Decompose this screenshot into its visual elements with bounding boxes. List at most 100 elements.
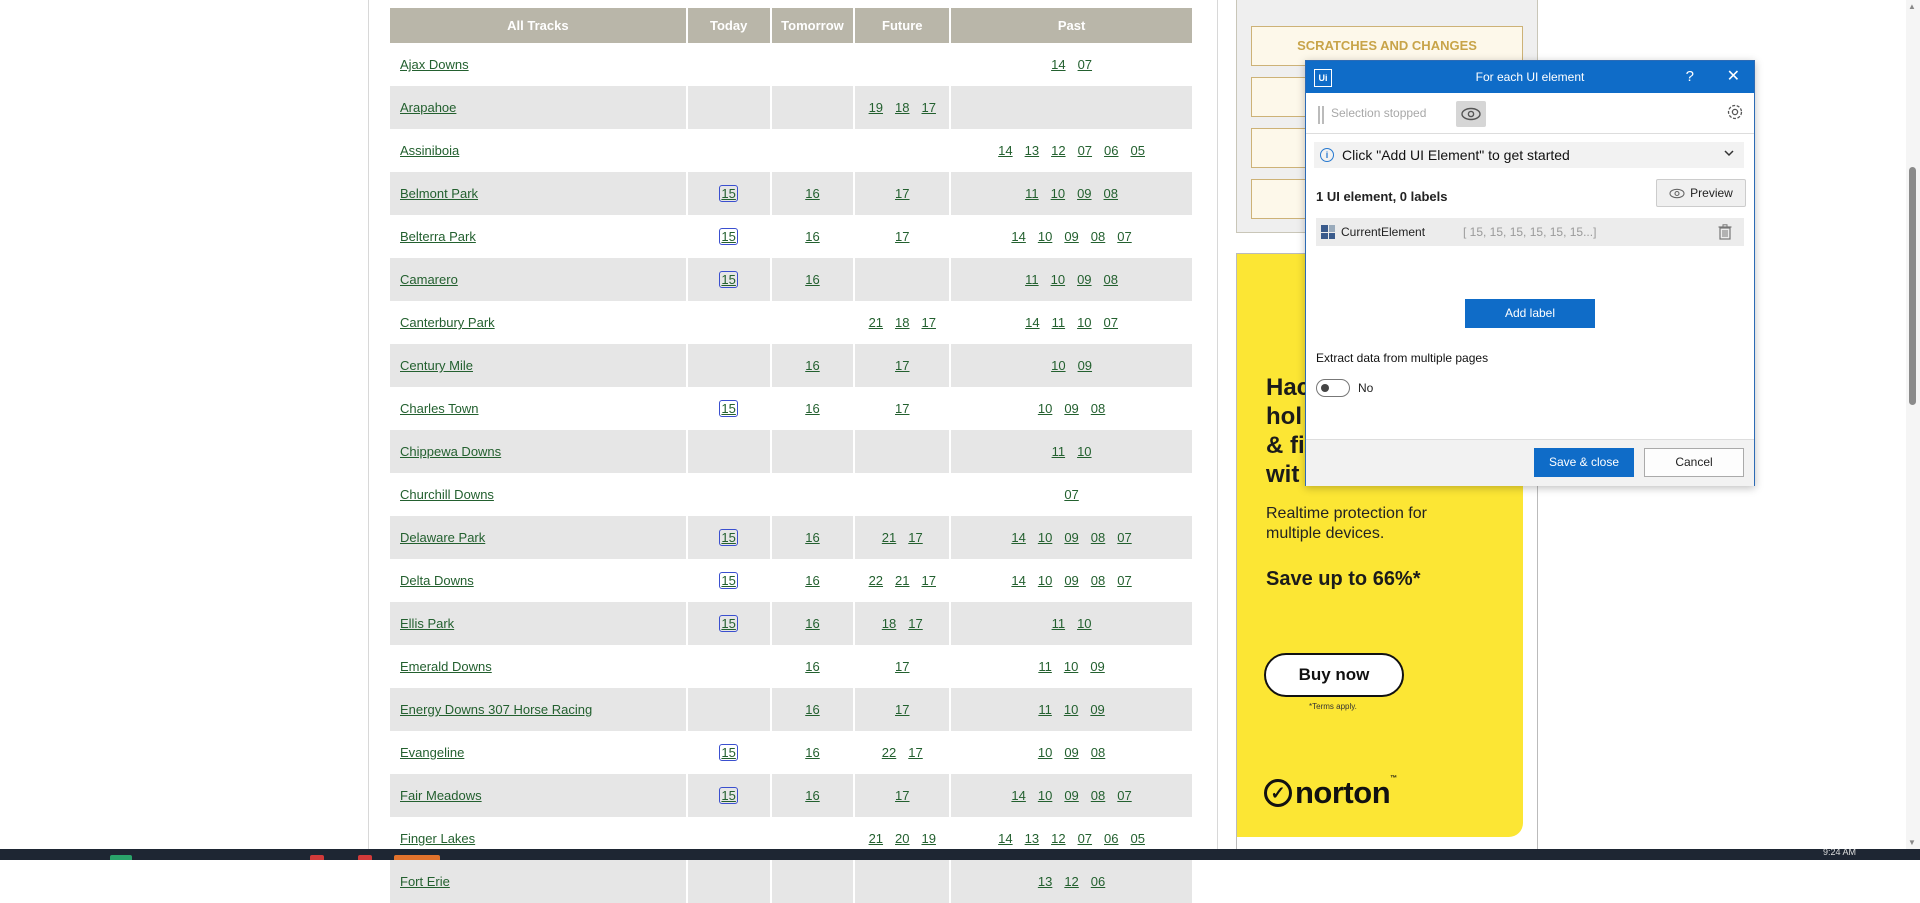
- track-link[interactable]: Churchill Downs: [400, 487, 494, 502]
- past-date-link[interactable]: 09: [1064, 788, 1078, 803]
- today-date-link[interactable]: 15: [719, 271, 738, 288]
- past-date-link[interactable]: 05: [1131, 143, 1145, 158]
- today-date-link[interactable]: 15: [719, 400, 738, 417]
- ui-element-row[interactable]: CurrentElement [ 15, 15, 15, 15, 15, 15.…: [1316, 218, 1744, 246]
- tomorrow-date-link[interactable]: 16: [805, 530, 819, 545]
- track-link[interactable]: Chippewa Downs: [400, 444, 501, 459]
- taskbar-app-icon[interactable]: [310, 855, 324, 860]
- past-date-link[interactable]: 10: [1038, 745, 1052, 760]
- future-date-link[interactable]: 17: [895, 229, 909, 244]
- past-date-link[interactable]: 13: [1025, 143, 1039, 158]
- past-date-link[interactable]: 13: [1025, 831, 1039, 846]
- future-date-link[interactable]: 17: [895, 186, 909, 201]
- past-date-link[interactable]: 13: [1038, 874, 1052, 889]
- past-date-link[interactable]: 07: [1078, 143, 1092, 158]
- past-date-link[interactable]: 07: [1117, 573, 1131, 588]
- track-link[interactable]: Delta Downs: [400, 573, 474, 588]
- past-date-link[interactable]: 14: [1011, 573, 1025, 588]
- taskbar-app-icon[interactable]: [394, 855, 440, 860]
- past-date-link[interactable]: 10: [1064, 659, 1078, 674]
- future-date-link[interactable]: 17: [895, 659, 909, 674]
- add-label-button[interactable]: Add label: [1465, 299, 1595, 328]
- future-date-link[interactable]: 17: [922, 100, 936, 115]
- past-date-link[interactable]: 06: [1104, 143, 1118, 158]
- future-date-link[interactable]: 19: [922, 831, 936, 846]
- past-date-link[interactable]: 12: [1064, 874, 1078, 889]
- past-date-link[interactable]: 14: [1011, 788, 1025, 803]
- past-date-link[interactable]: 11: [1038, 702, 1052, 717]
- tomorrow-date-link[interactable]: 16: [805, 401, 819, 416]
- past-date-link[interactable]: 08: [1091, 401, 1105, 416]
- past-date-link[interactable]: 14: [998, 143, 1012, 158]
- future-date-link[interactable]: 18: [895, 100, 909, 115]
- future-date-link[interactable]: 21: [895, 573, 909, 588]
- future-date-link[interactable]: 18: [882, 616, 896, 631]
- past-date-link[interactable]: 10: [1077, 315, 1091, 330]
- tomorrow-date-link[interactable]: 16: [805, 659, 819, 674]
- scroll-down-arrow-icon[interactable]: ▼: [1908, 838, 1916, 847]
- track-link[interactable]: Camarero: [400, 272, 458, 287]
- buy-now-button[interactable]: Buy now: [1264, 653, 1404, 697]
- past-date-link[interactable]: 10: [1038, 229, 1052, 244]
- past-date-link[interactable]: 07: [1117, 788, 1131, 803]
- track-link[interactable]: Fair Meadows: [400, 788, 482, 803]
- past-date-link[interactable]: 08: [1091, 229, 1105, 244]
- track-link[interactable]: Belmont Park: [400, 186, 478, 201]
- track-link[interactable]: Finger Lakes: [400, 831, 475, 846]
- future-date-link[interactable]: 22: [869, 573, 883, 588]
- track-link[interactable]: Belterra Park: [400, 229, 476, 244]
- past-date-link[interactable]: 11: [1052, 616, 1066, 631]
- future-date-link[interactable]: 20: [895, 831, 909, 846]
- past-date-link[interactable]: 14: [998, 831, 1012, 846]
- past-date-link[interactable]: 09: [1064, 530, 1078, 545]
- tomorrow-date-link[interactable]: 16: [805, 358, 819, 373]
- tomorrow-date-link[interactable]: 16: [805, 272, 819, 287]
- past-date-link[interactable]: 08: [1091, 745, 1105, 760]
- past-date-link[interactable]: 06: [1091, 874, 1105, 889]
- info-banner[interactable]: i Click "Add UI Element" to get started: [1314, 142, 1744, 168]
- past-date-link[interactable]: 07: [1064, 487, 1078, 502]
- past-date-link[interactable]: 05: [1131, 831, 1145, 846]
- track-link[interactable]: Ellis Park: [400, 616, 454, 631]
- past-date-link[interactable]: 08: [1104, 186, 1118, 201]
- today-date-link[interactable]: 15: [719, 529, 738, 546]
- chevron-down-icon[interactable]: [1724, 148, 1734, 158]
- today-date-link[interactable]: 15: [719, 228, 738, 245]
- extract-multiple-pages-toggle[interactable]: [1316, 379, 1350, 397]
- trash-icon[interactable]: [1718, 224, 1732, 240]
- future-date-link[interactable]: 17: [895, 401, 909, 416]
- future-date-link[interactable]: 22: [882, 745, 896, 760]
- past-date-link[interactable]: 08: [1091, 573, 1105, 588]
- track-link[interactable]: Assiniboia: [400, 143, 459, 158]
- today-date-link[interactable]: 15: [719, 615, 738, 632]
- past-date-link[interactable]: 10: [1038, 788, 1052, 803]
- past-date-link[interactable]: 10: [1038, 530, 1052, 545]
- help-icon[interactable]: ?: [1686, 61, 1694, 93]
- preview-button[interactable]: Preview: [1656, 179, 1746, 207]
- past-date-link[interactable]: 10: [1038, 573, 1052, 588]
- future-date-link[interactable]: 18: [895, 315, 909, 330]
- future-date-link[interactable]: 17: [922, 315, 936, 330]
- past-date-link[interactable]: 14: [1011, 530, 1025, 545]
- tomorrow-date-link[interactable]: 16: [805, 788, 819, 803]
- tomorrow-date-link[interactable]: 16: [805, 702, 819, 717]
- future-date-link[interactable]: 21: [882, 530, 896, 545]
- track-link[interactable]: Evangeline: [400, 745, 464, 760]
- tomorrow-date-link[interactable]: 16: [805, 229, 819, 244]
- past-date-link[interactable]: 07: [1117, 229, 1131, 244]
- track-link[interactable]: Emerald Downs: [400, 659, 492, 674]
- past-date-link[interactable]: 12: [1051, 143, 1065, 158]
- track-link[interactable]: Century Mile: [400, 358, 473, 373]
- track-link[interactable]: Fort Erie: [400, 874, 450, 889]
- future-date-link[interactable]: 21: [869, 831, 883, 846]
- scroll-thumb[interactable]: [1909, 167, 1916, 405]
- past-date-link[interactable]: 09: [1090, 659, 1104, 674]
- cancel-button[interactable]: Cancel: [1644, 448, 1744, 477]
- past-date-link[interactable]: 14: [1025, 315, 1039, 330]
- save-and-close-button[interactable]: Save & close: [1534, 448, 1634, 477]
- past-date-link[interactable]: 09: [1064, 401, 1078, 416]
- past-date-link[interactable]: 08: [1091, 788, 1105, 803]
- tomorrow-date-link[interactable]: 16: [805, 616, 819, 631]
- scroll-up-arrow-icon[interactable]: ▲: [1908, 2, 1916, 11]
- past-date-link[interactable]: 08: [1091, 530, 1105, 545]
